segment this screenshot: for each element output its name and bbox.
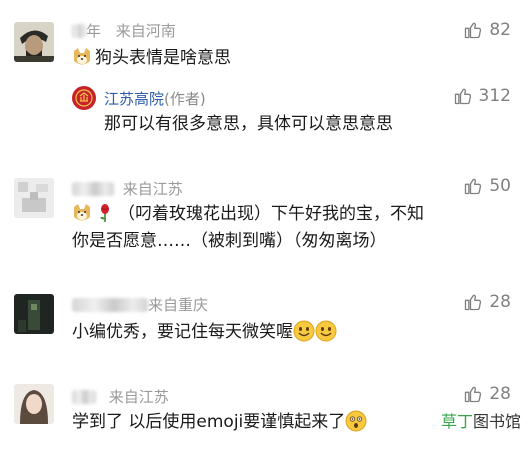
thumbs-up-icon [454,88,471,105]
like-button[interactable]: 82 [463,20,511,40]
doge-emoji-icon [74,204,90,221]
avatar-image-icon [14,22,54,62]
reply-text: 那可以有很多意思，具体可以意思意思 [104,114,393,134]
thumbs-up-icon [465,178,482,195]
comment-location: 来自江苏 [122,180,183,198]
blurred-name [72,390,96,404]
blurred-name [72,182,114,196]
comment-author[interactable]: 来自江苏 [72,386,169,407]
comment-text: 狗头表情是啥意思 [72,46,231,70]
comment-location: 来自江苏 [108,388,169,406]
comment-author[interactable]: 年 来自河南 [72,20,176,41]
rose-emoji-icon [100,204,109,222]
like-button[interactable]: 28 [463,384,511,404]
avatar-image-icon [14,178,54,218]
comment-1: 年 来自河南 82 狗头表情是啥意思 江苏高院(作者) 312 那可以有很多意思… [0,0,531,140]
comment-2: 来自江苏 50 （叼着玫瑰花出现）下午好我的宝，不知 你是否愿意……（被刺到嘴）… [0,168,531,268]
comment-3: 来自重庆 28 小编优秀，要记住每天微笑喔 [0,284,531,354]
smile-emoji-icon [293,320,315,342]
doge-emoji-icon [74,48,90,65]
smile-emoji-icon [315,320,337,342]
avatar-image-icon [14,384,54,424]
blurred-name [72,298,148,312]
avatar-image-icon [14,294,54,334]
reply-author[interactable]: 江苏高院(作者) [104,88,206,109]
like-button[interactable]: 28 [463,292,511,312]
avatar[interactable] [14,22,54,62]
thumbs-up-icon [465,386,482,403]
watermark: 草丁图书馆 [438,408,523,432]
blurred-name [72,24,86,38]
reply-like-button[interactable]: 312 [453,86,511,106]
reply-avatar[interactable] [72,86,96,110]
comment-author[interactable]: 来自重庆 [72,294,208,315]
avatar[interactable] [14,178,54,218]
like-count: 82 [489,20,511,40]
comment-location: 来自河南 [115,22,176,40]
like-count: 28 [489,292,511,312]
like-count: 312 [478,86,511,106]
avatar[interactable] [14,294,54,334]
like-count: 28 [489,384,511,404]
like-count: 50 [489,176,511,196]
thumbs-up-icon [465,294,482,311]
comment-text-line-1: （叼着玫瑰花出现）下午好我的宝，不知 [72,202,424,226]
court-emblem-icon [75,89,93,107]
surprised-emoji-icon [345,410,367,432]
thumbs-up-icon [465,22,482,39]
avatar[interactable] [14,384,54,424]
comment-text: 小编优秀，要记住每天微笑喔 [72,320,337,344]
comment-text-line-2: 你是否愿意……（被刺到嘴）（匆匆离场） [72,231,387,251]
author-tag: (作者) [164,90,206,108]
like-button[interactable]: 50 [463,176,511,196]
comment-author[interactable]: 来自江苏 [72,178,183,199]
comment-text: 学到了 以后使用emoji要谨慎起来了 [72,410,367,434]
